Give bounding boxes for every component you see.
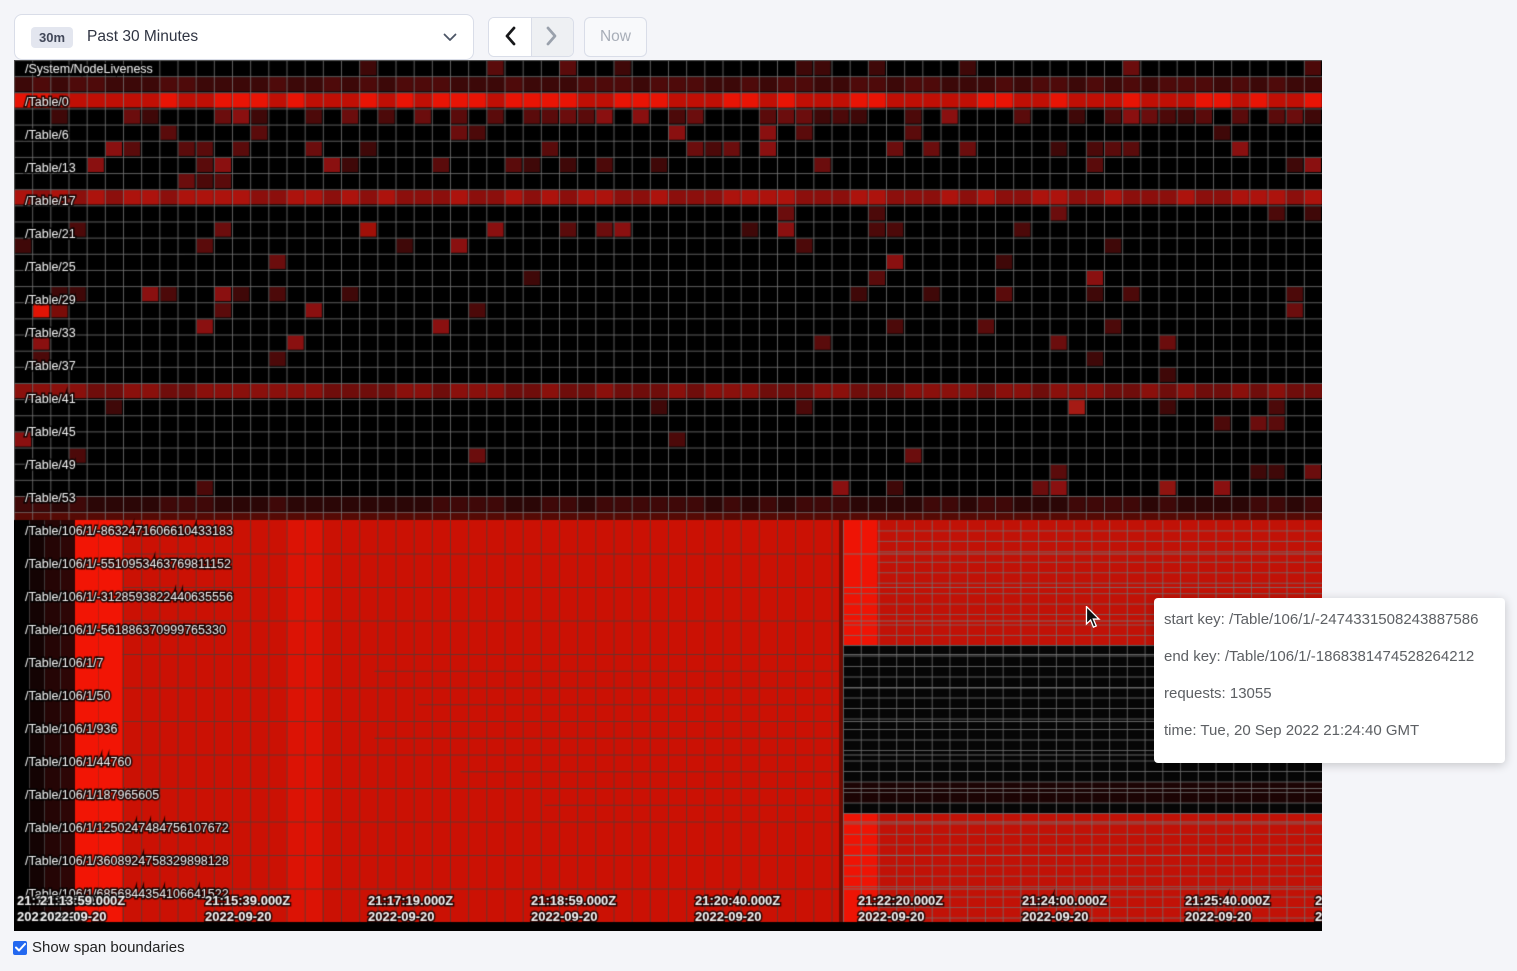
chevron-right-icon (546, 26, 558, 49)
time-range-dropdown[interactable]: 30m Past 30 Minutes (14, 14, 474, 60)
show-span-boundaries-checkbox[interactable] (13, 941, 27, 955)
show-span-boundaries-row: Show span boundaries (13, 939, 185, 956)
tooltip-requests: requests: 13055 (1164, 685, 1495, 703)
show-span-boundaries-label: Show span boundaries (32, 939, 185, 956)
next-time-button[interactable] (532, 18, 574, 56)
prev-time-button[interactable] (489, 18, 532, 56)
chevron-left-icon (504, 26, 516, 49)
tooltip-end-key: end key: /Table/106/1/-18683814745282642… (1164, 648, 1495, 666)
now-button[interactable]: Now (584, 17, 647, 57)
time-range-badge: 30m (31, 27, 73, 48)
time-nav-group (488, 17, 574, 57)
time-range-label: Past 30 Minutes (87, 28, 198, 46)
tooltip-time: time: Tue, 20 Sep 2022 21:24:40 GMT (1164, 722, 1495, 740)
tooltip-start-key: start key: /Table/106/1/-247433150824388… (1164, 611, 1495, 629)
chevron-down-icon (443, 33, 457, 42)
key-visualizer-heatmap[interactable] (14, 60, 1322, 931)
cell-tooltip: start key: /Table/106/1/-247433150824388… (1154, 598, 1505, 763)
